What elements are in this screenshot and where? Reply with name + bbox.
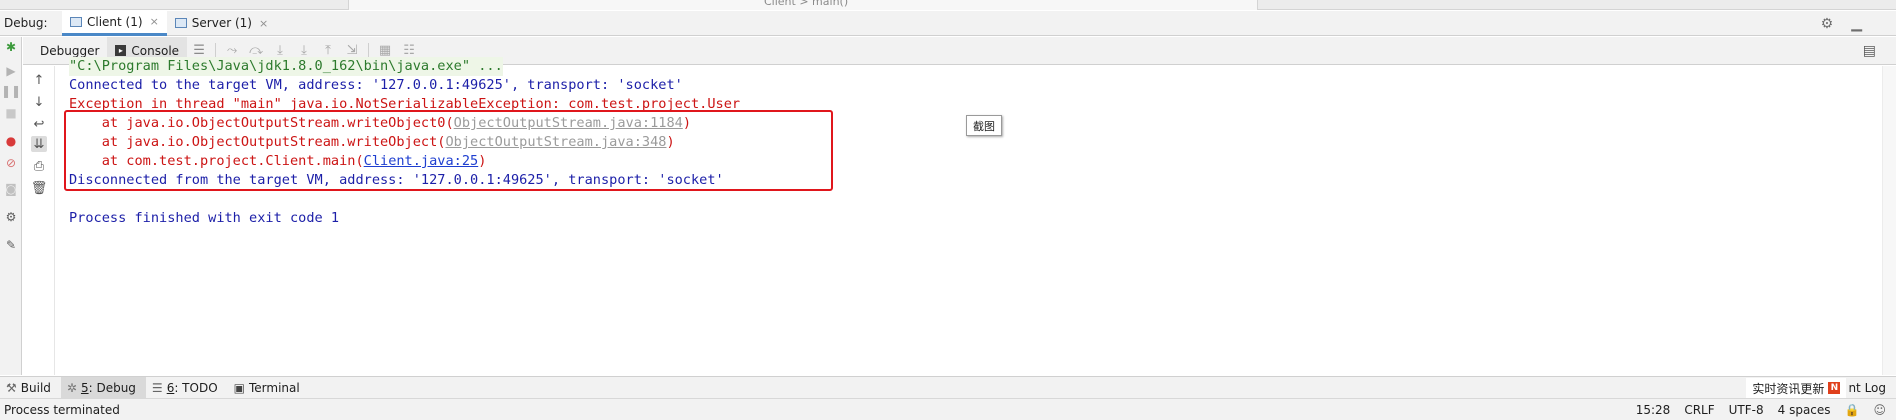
tool-window-bar: ⚒ Build ✲ 5: Debug ☰ 6: TODO ▣ Terminal …	[0, 376, 1896, 399]
hammer-icon: ⚒	[6, 380, 17, 395]
indent-setting[interactable]: 4 spaces	[1778, 403, 1831, 417]
tool-build[interactable]: ⚒ Build	[0, 377, 61, 399]
ide-window: Client > main() Debug: Client (1) × Serv…	[0, 0, 1896, 420]
console-icon: ▸	[115, 45, 127, 56]
terminal-icon: ▣	[233, 380, 245, 395]
tab-client-label: Client (1)	[87, 14, 143, 29]
news-badge: N	[1828, 382, 1841, 394]
print-icon[interactable]: ⎙	[31, 158, 47, 174]
tool-todo-text: : TODO	[174, 380, 218, 395]
down-arrow-icon[interactable]: ↓	[31, 94, 47, 110]
tool-terminal[interactable]: ▣ Terminal	[228, 377, 310, 399]
console-line-connected: Connected to the target VM, address: '12…	[69, 77, 683, 93]
tab-debugger-label: Debugger	[40, 43, 100, 58]
stop-icon[interactable]: ■	[3, 105, 19, 121]
console-line-exit: Process finished with exit code 1	[69, 210, 340, 226]
view-breakpoints-icon[interactable]: ●	[3, 133, 19, 149]
tool-todo-label: 6: TODO	[167, 381, 218, 395]
camera-icon[interactable]: ◙	[3, 181, 19, 197]
close-icon[interactable]: ×	[259, 17, 268, 30]
tool-build-label: Build	[20, 380, 51, 395]
scroll-to-end-icon[interactable]: ⇊	[31, 136, 47, 152]
hide-icon[interactable]: ▁	[1851, 16, 1862, 32]
status-message: Process terminated	[4, 402, 120, 417]
status-bar: Process terminated 15:28 CRLF UTF-8 4 sp…	[0, 398, 1896, 420]
list-icon: ☰	[151, 380, 163, 395]
soft-wrap-icon[interactable]: ↩	[31, 116, 47, 132]
run-config-icon	[174, 18, 187, 28]
mute-breakpoints-icon[interactable]: ⊘	[3, 155, 19, 171]
inspector-icon[interactable]: ☺	[1873, 403, 1886, 417]
bug-icon: ✲	[66, 380, 77, 395]
tool-debug-label: 5: Debug	[81, 381, 136, 395]
layout-icon[interactable]: ▤	[1863, 43, 1876, 59]
console-output[interactable]: "C:\Program Files\Java\jdk1.8.0_162\bin\…	[56, 57, 1856, 375]
run-config-icon	[70, 16, 82, 27]
console-line-command: "C:\Program Files\Java\jdk1.8.0_162\bin\…	[69, 57, 503, 76]
tab-console-label: Console	[131, 43, 180, 58]
news-overlay[interactable]: 实时资讯更新 N	[1746, 378, 1847, 398]
exception-highlight-box	[64, 110, 833, 191]
editor-breadcrumb[interactable]: Client > main()	[764, 0, 848, 8]
tool-event-log-label: nt Log	[1848, 381, 1886, 395]
pin-icon[interactable]: ✎	[3, 237, 19, 253]
vertical-scrollbar[interactable]	[1882, 66, 1896, 375]
status-widgets: 15:28 CRLF UTF-8 4 spaces 🔒 ☺	[1636, 399, 1886, 420]
editor-breadcrumb-area: Client > main()	[348, 0, 1258, 10]
console-toolbar: ↑ ↓ ↩ ⇊ ⎙ 🗑	[23, 66, 55, 375]
tool-debug-text: : Debug	[88, 380, 136, 395]
news-overlay-text: 实时资讯更新	[1752, 381, 1825, 396]
screenshot-tooltip: 截图	[966, 115, 1002, 136]
debug-actions-toolbar: ✱ ▶ ❚❚ ■ ● ⊘ ◙ ⚙ ✎	[0, 37, 22, 375]
tool-debug[interactable]: ✲ 5: Debug	[60, 376, 146, 399]
tool-terminal-label: Terminal	[249, 380, 300, 395]
settings-icon[interactable]: ⚙	[3, 209, 19, 225]
lock-icon[interactable]: 🔒	[1845, 403, 1860, 417]
file-encoding[interactable]: UTF-8	[1729, 403, 1764, 417]
debug-title: Debug:	[4, 16, 48, 30]
pause-icon[interactable]: ❚❚	[1, 83, 21, 99]
tool-debug-mnemonic: 5	[80, 380, 89, 395]
tab-client[interactable]: Client (1) ×	[62, 10, 167, 36]
resume-icon[interactable]: ▶	[3, 63, 19, 79]
tool-bar-right: 实时资讯更新 N nt Log	[1746, 377, 1896, 399]
line-separator[interactable]: CRLF	[1684, 403, 1714, 417]
tab-server[interactable]: Server (1) ×	[167, 11, 276, 36]
rerun-debug-icon[interactable]: ✱	[3, 39, 19, 55]
up-arrow-icon[interactable]: ↑	[31, 72, 47, 88]
tool-todo[interactable]: ☰ 6: TODO	[146, 377, 228, 399]
caret-position[interactable]: 15:28	[1636, 403, 1671, 417]
gear-icon[interactable]: ⚙	[1821, 16, 1834, 32]
trash-icon[interactable]: 🗑	[31, 180, 48, 196]
close-icon[interactable]: ×	[150, 15, 159, 28]
tool-event-log[interactable]: nt Log	[1846, 377, 1896, 399]
debug-header: Debug: Client (1) × Server (1) × ⚙ ▁	[0, 10, 1896, 36]
header-actions: ⚙ ▁	[1821, 11, 1862, 36]
tab-server-label: Server (1)	[191, 16, 252, 30]
editor-tab-strip: Client > main()	[0, 0, 1896, 10]
